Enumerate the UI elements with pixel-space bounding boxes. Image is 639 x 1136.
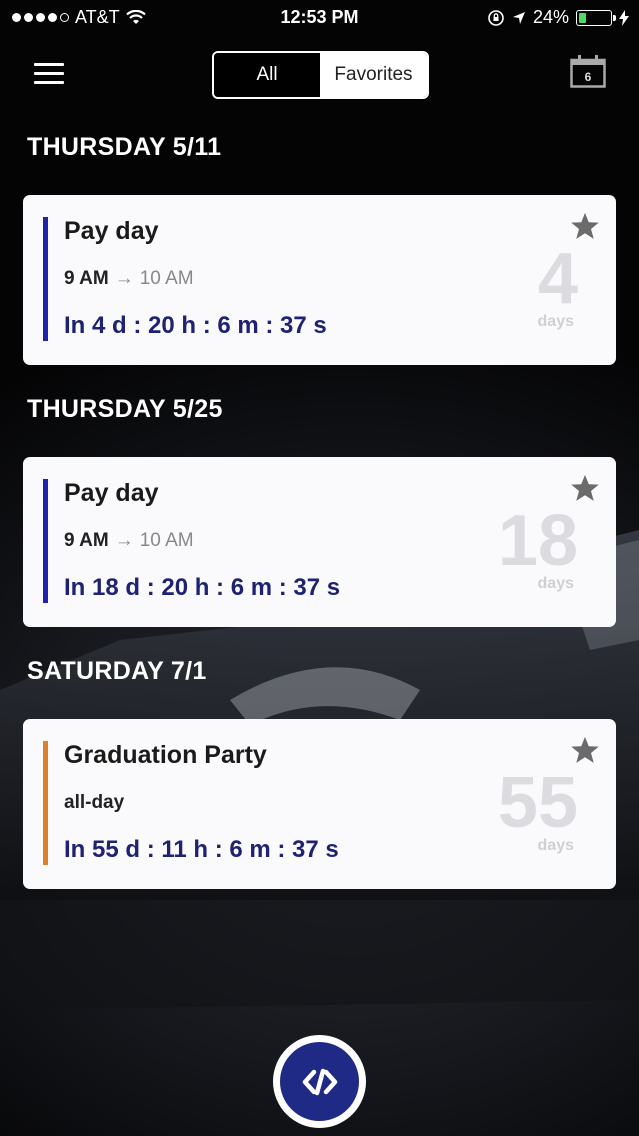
hamburger-menu-icon[interactable]: [34, 63, 64, 85]
favorite-star-icon[interactable]: [570, 735, 600, 765]
event-title: Graduation Party: [64, 741, 267, 769]
event-color-bar: [43, 217, 48, 341]
event-time-range: 9 AM → 10 AM: [64, 268, 194, 290]
filter-segmented-control: All Favorites: [212, 51, 429, 99]
date-header: SATURDAY 7/1: [27, 657, 207, 685]
orientation-lock-icon: [488, 9, 504, 26]
calendar-day-label: 6: [585, 70, 592, 84]
calendar-icon[interactable]: 6: [570, 55, 606, 88]
date-header: THURSDAY 5/11: [27, 133, 222, 161]
event-title: Pay day: [64, 217, 159, 245]
status-bar: AT&T 12:53 PM 24%: [0, 0, 639, 36]
event-card[interactable]: Graduation Party all-day In 55 d : 11 h …: [23, 719, 616, 889]
days-remaining: 55: [497, 763, 578, 843]
favorite-star-icon[interactable]: [570, 211, 600, 241]
event-time-range: 9 AM → 10 AM: [64, 530, 194, 552]
event-color-bar: [43, 741, 48, 865]
event-countdown: In 4 d : 20 h : 6 m : 37 s: [64, 312, 327, 339]
event-end-time: 10 AM: [139, 268, 194, 289]
tab-all[interactable]: All: [214, 53, 320, 97]
date-header: THURSDAY 5/25: [27, 395, 223, 423]
event-start-time: 9 AM: [64, 530, 109, 551]
arrow-right-icon: →: [114, 530, 134, 551]
battery-icon: [576, 9, 616, 26]
event-card[interactable]: Pay day 9 AM → 10 AM In 4 d : 20 h : 6 m…: [23, 195, 616, 365]
days-remaining: 4: [537, 239, 578, 319]
days-label: days: [537, 575, 574, 592]
event-countdown: In 18 d : 20 h : 6 m : 37 s: [64, 574, 341, 601]
favorite-star-icon[interactable]: [570, 473, 600, 503]
event-end-time: 10 AM: [139, 530, 194, 551]
code-link-icon: [302, 1068, 337, 1095]
event-start-time: 9 AM: [64, 268, 109, 289]
arrow-right-icon: →: [114, 268, 134, 289]
days-remaining: 18: [497, 501, 578, 581]
charging-bolt-icon: [619, 9, 629, 26]
fab-inner: [280, 1042, 359, 1121]
status-right: 24%: [487, 7, 629, 28]
event-color-bar: [43, 479, 48, 603]
days-label: days: [537, 837, 574, 854]
days-label: days: [537, 313, 574, 330]
event-all-day: all-day: [64, 792, 124, 814]
location-arrow-icon: [512, 11, 525, 24]
tab-favorites[interactable]: Favorites: [320, 53, 427, 97]
event-title: Pay day: [64, 479, 159, 507]
event-card[interactable]: Pay day 9 AM → 10 AM In 18 d : 20 h : 6 …: [23, 457, 616, 627]
all-day-label: all-day: [64, 792, 125, 813]
battery-percent: 24%: [532, 7, 569, 27]
event-countdown: In 55 d : 11 h : 6 m : 37 s: [64, 836, 339, 863]
app-action-button[interactable]: [273, 1035, 366, 1128]
